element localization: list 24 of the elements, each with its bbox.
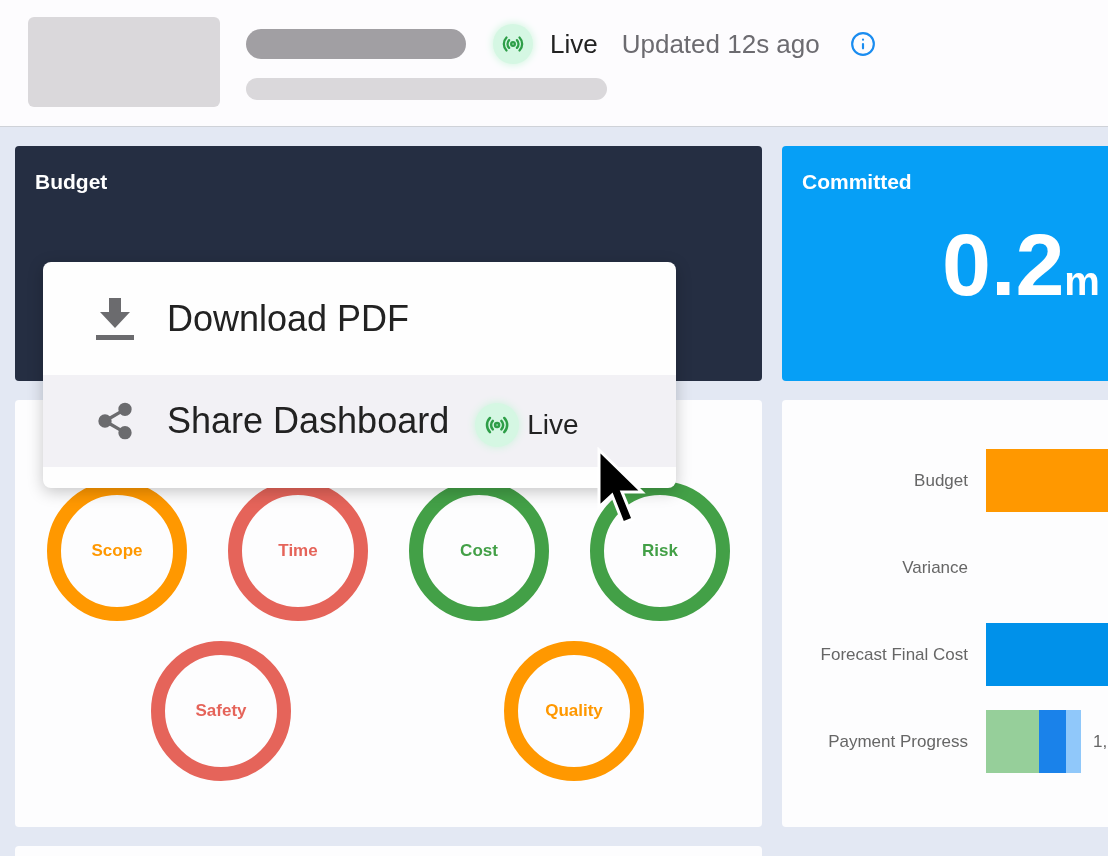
live-label: Live (527, 408, 579, 442)
ring-label: Quality (545, 700, 603, 723)
kpi-unit: m (1064, 258, 1100, 305)
bar-label: Forecast Final Cost (819, 644, 968, 666)
bar-label: Budget (913, 470, 968, 492)
download-icon (96, 297, 134, 340)
bar-label: Payment Progress (827, 731, 968, 753)
info-icon[interactable] (849, 31, 876, 57)
card-title: Committed (802, 170, 913, 194)
live-label: Live (550, 27, 598, 61)
menu-item[interactable]: Download PDF (43, 262, 676, 375)
bar-value: 1, (1093, 730, 1108, 753)
ring-label: Safety (195, 700, 247, 723)
ring-label: Cost (460, 540, 498, 563)
ring-label: Time (278, 540, 318, 563)
live-signal-icon (493, 24, 533, 64)
ring-label: Scope (91, 540, 143, 563)
bar-label: Variance (901, 557, 968, 579)
kpi-value: 0.2 (942, 220, 1065, 310)
live-signal-icon (475, 403, 520, 447)
updated-time: Updated 12s ago (621, 27, 820, 61)
menu-item[interactable]: Share Dashboard Live (43, 375, 676, 467)
card-title: Budget (35, 170, 109, 194)
ring-label: Risk (642, 540, 678, 563)
